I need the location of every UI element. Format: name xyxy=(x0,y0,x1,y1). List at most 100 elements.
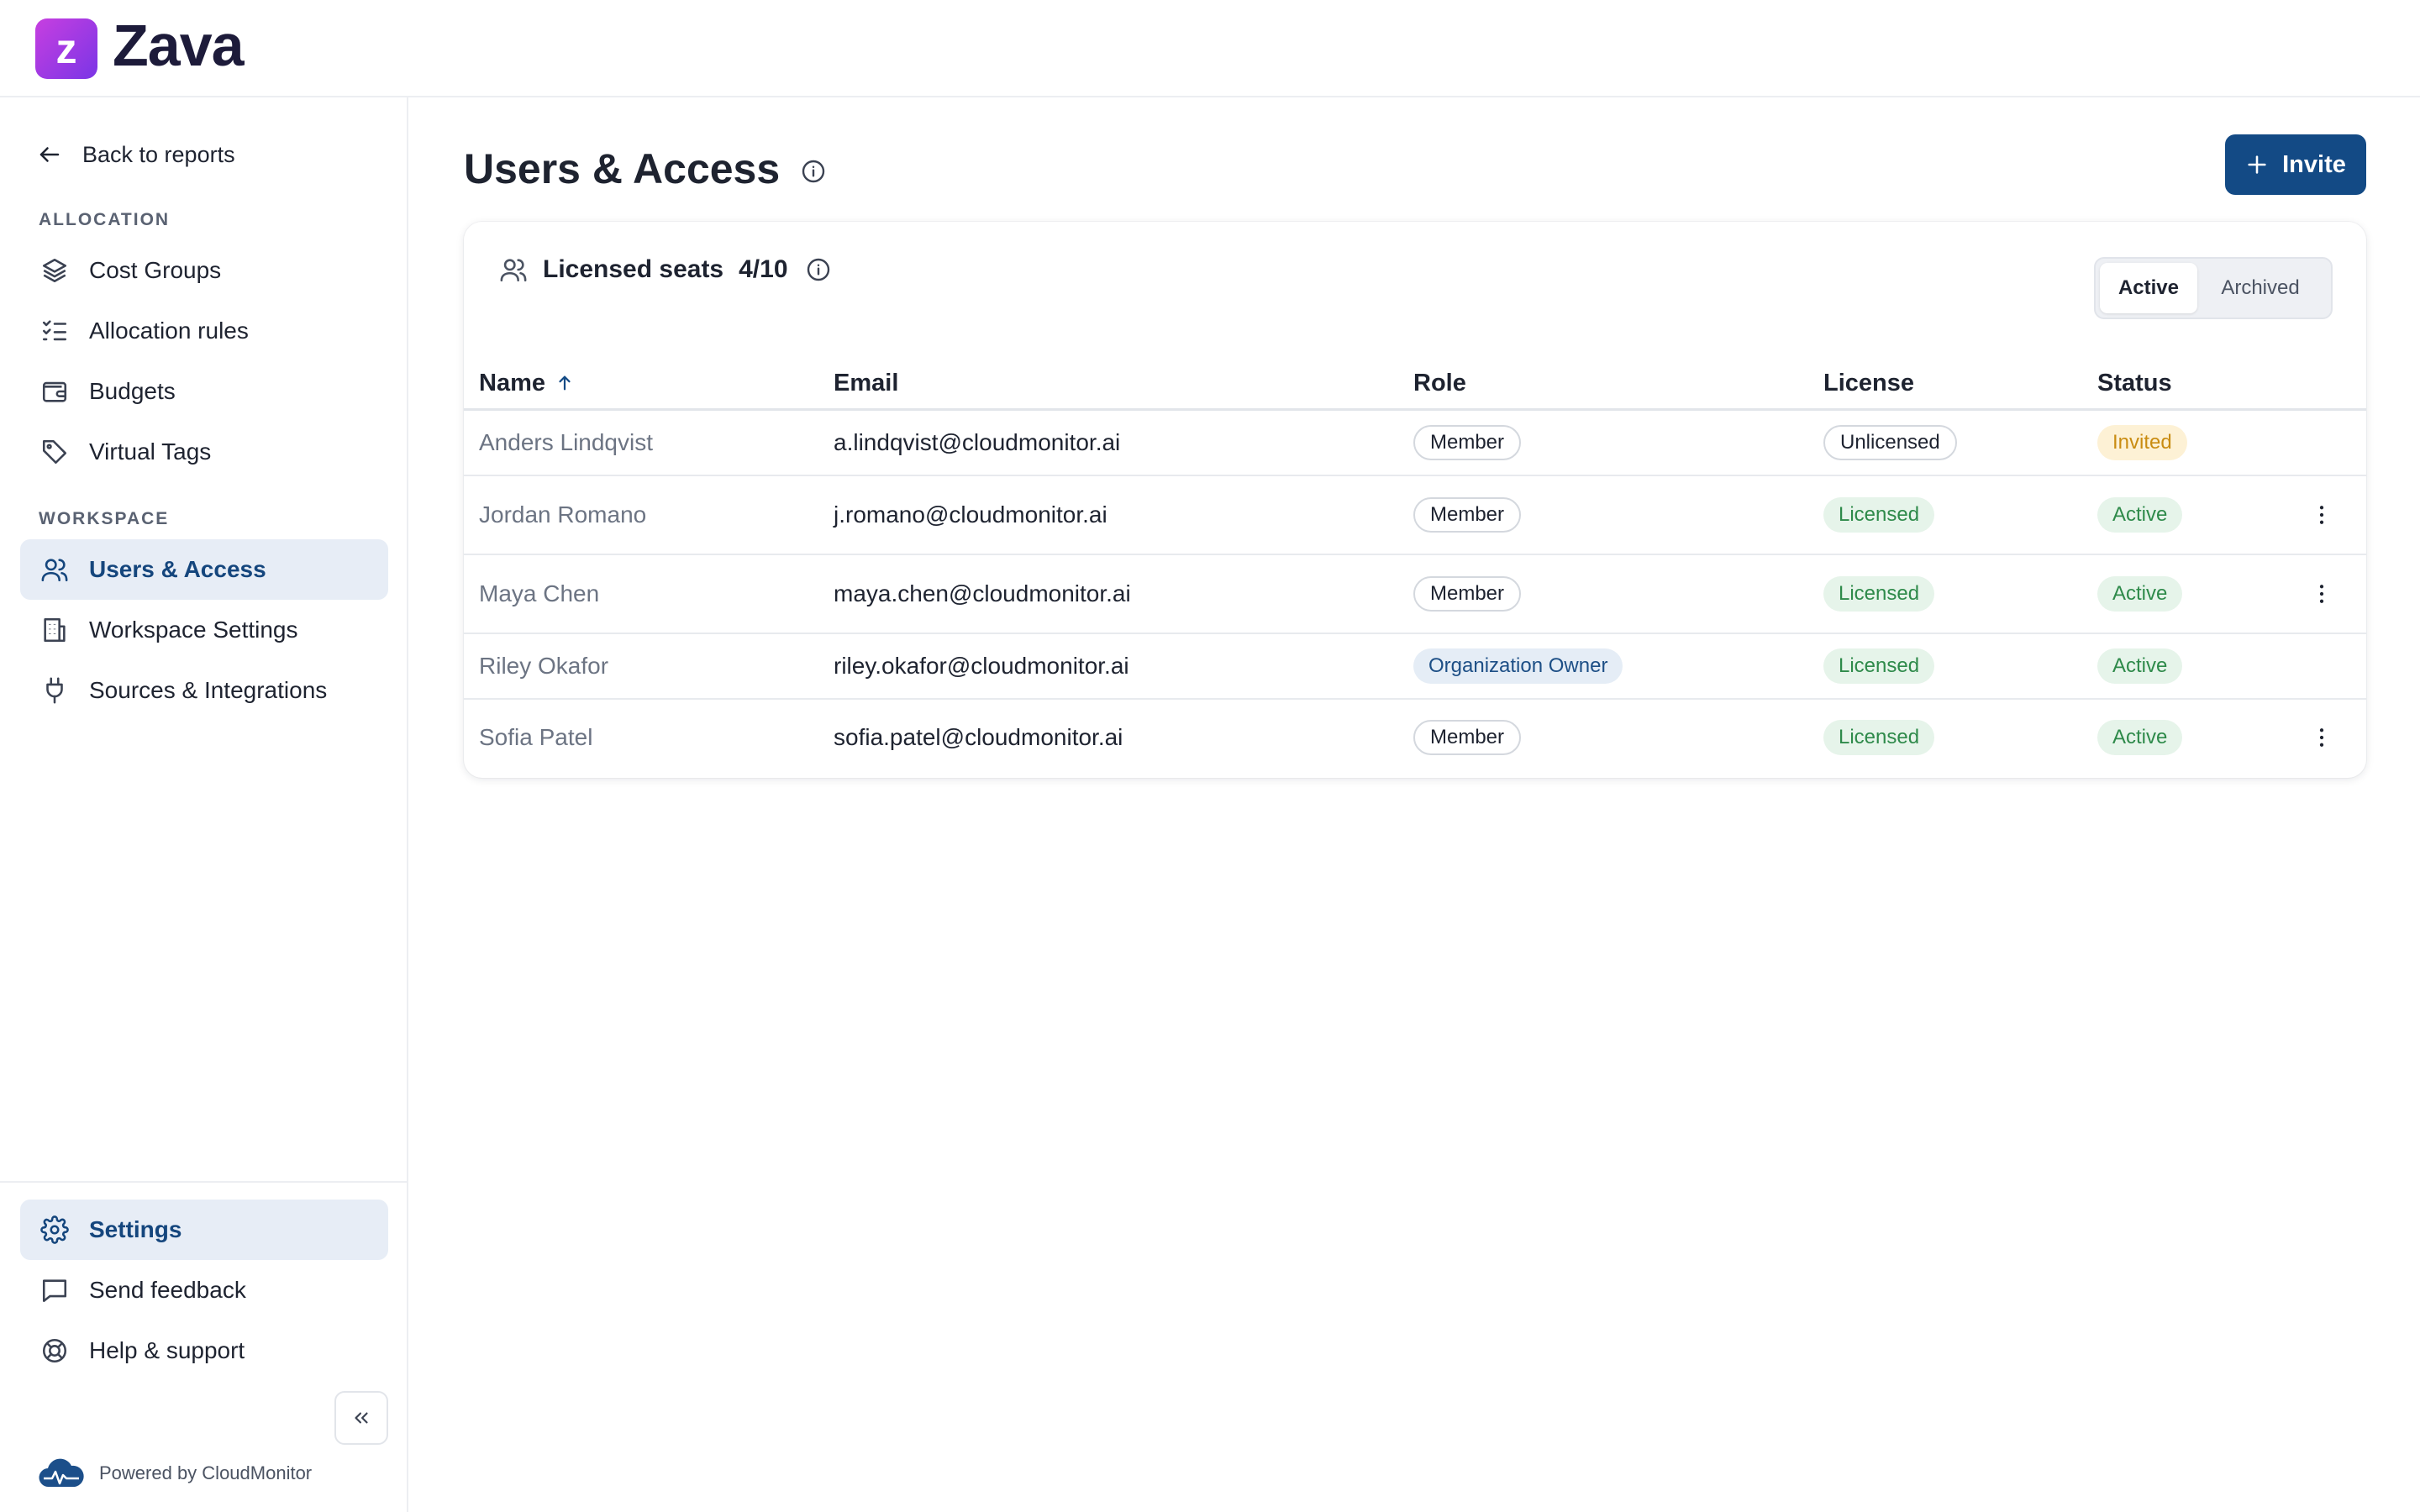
row-actions-button[interactable] xyxy=(2309,700,2334,775)
licensed-seats: Licensed seats 4/10 xyxy=(499,255,832,284)
gear-icon xyxy=(39,1214,71,1246)
role-badge: Member xyxy=(1413,576,1522,612)
status-badge: Active xyxy=(2097,497,2183,533)
app-root: z Zava Back to reports ALLOCATION Cost G… xyxy=(0,0,2420,1512)
users-icon xyxy=(39,554,71,585)
top-bar: z Zava xyxy=(0,0,2420,97)
role-badge: Member xyxy=(1413,720,1522,755)
sidebar-item-settings[interactable]: Settings xyxy=(20,1200,388,1260)
licensed-seats-count: 4/10 xyxy=(739,255,788,283)
table-row[interactable]: Sofia Patel sofia.patel@cloudmonitor.ai … xyxy=(464,700,2366,775)
row-actions-button[interactable] xyxy=(2309,555,2334,633)
sidebar-item-cost-groups[interactable]: Cost Groups xyxy=(20,240,388,301)
sort-arrow-up-icon xyxy=(559,375,571,391)
column-header-label: Status xyxy=(2097,369,2172,396)
sidebar-item-help-support[interactable]: Help & support xyxy=(20,1320,388,1381)
table-row[interactable]: Jordan Romano j.romano@cloudmonitor.ai M… xyxy=(464,476,2366,555)
user-email: j.romano@cloudmonitor.ai xyxy=(834,501,1107,528)
sidebar-item-sources-integrations[interactable]: Sources & Integrations xyxy=(20,660,388,721)
list-checks-icon xyxy=(39,315,71,347)
license-badge: Licensed xyxy=(1823,576,1935,612)
sidebar-item-allocation-rules[interactable]: Allocation rules xyxy=(20,301,388,361)
column-header-email[interactable]: Email xyxy=(834,358,898,408)
column-header-name[interactable]: Name xyxy=(479,358,574,408)
back-to-reports-label: Back to reports xyxy=(82,141,235,167)
app-logo-text[interactable]: Zava xyxy=(113,12,245,79)
section-label-allocation: ALLOCATION xyxy=(39,210,171,229)
sidebar-item-users-access[interactable]: Users & Access xyxy=(20,539,388,600)
sidebar-divider xyxy=(0,1181,408,1183)
collapse-sidebar-button[interactable] xyxy=(334,1391,388,1445)
more-vertical-icon xyxy=(2319,506,2324,524)
status-filter-toggle: Active Archived xyxy=(2094,257,2333,319)
sidebar-item-label: Cost Groups xyxy=(89,257,222,283)
sidebar-item-label: Budgets xyxy=(89,378,176,404)
sidebar-item-label: Allocation rules xyxy=(89,318,249,344)
status-badge: Active xyxy=(2097,648,2183,684)
license-badge: Licensed xyxy=(1823,648,1935,684)
column-header-label: Email xyxy=(834,369,899,396)
filter-archived-button[interactable]: Archived xyxy=(2197,263,2323,313)
table-row[interactable]: Maya Chen maya.chen@cloudmonitor.ai Memb… xyxy=(464,555,2366,634)
building-icon xyxy=(39,614,71,646)
column-header-license[interactable]: License xyxy=(1823,358,1914,408)
user-name: Anders Lindqvist xyxy=(479,429,654,455)
tag-icon xyxy=(39,436,71,468)
column-header-label: Role xyxy=(1413,369,1466,396)
sidebar-item-label: Workspace Settings xyxy=(89,617,298,643)
sidebar-item-label: Sources & Integrations xyxy=(89,677,328,703)
role-badge: Member xyxy=(1413,425,1522,460)
license-badge: Licensed xyxy=(1823,497,1935,533)
sidebar-item-label: Send feedback xyxy=(89,1277,246,1303)
license-badge: Licensed xyxy=(1823,720,1935,755)
powered-by: Powered by CloudMonitor xyxy=(37,1457,312,1490)
sidebar-item-label: Settings xyxy=(89,1216,182,1242)
column-header-role[interactable]: Role xyxy=(1413,358,1466,408)
powered-by-label: Powered by CloudMonitor xyxy=(99,1462,313,1483)
sidebar-item-label: Users & Access xyxy=(89,556,266,582)
status-badge: Active xyxy=(2097,720,2183,755)
page-title-text: Users & Access xyxy=(464,145,781,192)
sidebar-item-label: Help & support xyxy=(89,1337,245,1363)
licensed-seats-label: Licensed seats xyxy=(543,255,724,283)
user-name: Riley Okafor xyxy=(479,653,609,679)
more-vertical-icon xyxy=(2319,585,2324,603)
users-table-card: Licensed seats 4/10 Active Archived Name… xyxy=(464,222,2366,778)
user-name: Sofia Patel xyxy=(479,724,593,750)
sidebar: Back to reports ALLOCATION Cost Groups A… xyxy=(0,97,408,1512)
user-name: Maya Chen xyxy=(479,580,600,606)
chevrons-left-icon xyxy=(355,1412,368,1424)
invite-button-label: Invite xyxy=(2282,150,2346,178)
cloudmonitor-logo-icon xyxy=(39,1458,84,1488)
user-email: sofia.patel@cloudmonitor.ai xyxy=(834,724,1123,750)
back-to-reports-link[interactable]: Back to reports xyxy=(37,131,235,178)
invite-button[interactable]: Invite xyxy=(2225,134,2366,195)
role-badge: Organization Owner xyxy=(1413,648,1623,684)
more-vertical-icon xyxy=(2319,728,2324,747)
wallet-icon xyxy=(39,375,71,407)
plug-icon xyxy=(39,675,71,706)
users-icon xyxy=(500,259,527,282)
user-email: maya.chen@cloudmonitor.ai xyxy=(834,580,1131,606)
column-header-label: License xyxy=(1823,369,1914,396)
section-label-workspace: WORKSPACE xyxy=(39,509,170,528)
sidebar-item-workspace-settings[interactable]: Workspace Settings xyxy=(20,600,388,660)
table-row[interactable]: Anders Lindqvist a.lindqvist@cloudmonito… xyxy=(464,411,2366,476)
user-email: a.lindqvist@cloudmonitor.ai xyxy=(834,429,1121,455)
page-title: Users & Access xyxy=(464,144,827,193)
row-actions-button[interactable] xyxy=(2309,476,2334,554)
life-buoy-icon xyxy=(39,1335,71,1367)
status-badge: Invited xyxy=(2097,425,2187,460)
message-square-icon xyxy=(39,1274,71,1306)
license-badge: Unlicensed xyxy=(1823,425,1957,460)
info-icon[interactable] xyxy=(800,158,827,185)
table-row[interactable]: Riley Okafor riley.okafor@cloudmonitor.a… xyxy=(464,634,2366,700)
layers-icon xyxy=(39,255,71,286)
sidebar-item-send-feedback[interactable]: Send feedback xyxy=(20,1260,388,1320)
app-logo-mark[interactable]: z xyxy=(35,18,97,79)
sidebar-item-budgets[interactable]: Budgets xyxy=(20,361,388,422)
info-icon[interactable] xyxy=(805,256,832,283)
sidebar-item-virtual-tags[interactable]: Virtual Tags xyxy=(20,422,388,482)
filter-active-button[interactable]: Active xyxy=(2100,263,2197,313)
column-header-status[interactable]: Status xyxy=(2097,358,2172,408)
